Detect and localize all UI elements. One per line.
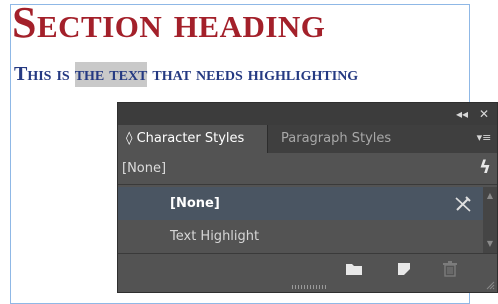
style-item-text-highlight[interactable]: Text Highlight xyxy=(118,220,483,253)
styles-list: [None] Text Highlight xyxy=(118,187,483,253)
quick-apply-icon[interactable]: ϟ xyxy=(479,157,491,178)
folder-icon[interactable] xyxy=(344,260,364,278)
character-styles-panel: ◂◂ ✕ ◊ Character Styles Paragraph Styles… xyxy=(117,102,498,293)
highlighted-text[interactable]: the text xyxy=(74,62,148,87)
no-edit-icon xyxy=(455,196,471,212)
style-item-none[interactable]: [None] xyxy=(118,187,483,220)
new-style-icon[interactable] xyxy=(394,260,414,278)
scroll-down-icon[interactable]: ▼ xyxy=(483,237,497,251)
trash-icon[interactable] xyxy=(440,260,460,278)
style-item-label: Text Highlight xyxy=(170,229,260,244)
panel-menu-icon[interactable]: ▾≡ xyxy=(475,129,493,147)
close-icon[interactable]: ✕ xyxy=(476,105,492,123)
panel-titlebar[interactable]: ◂◂ ✕ xyxy=(118,103,497,125)
body-text-before: This is xyxy=(14,63,75,85)
panel-tabs: ◊ Character Styles Paragraph Styles ▾≡ xyxy=(118,125,497,153)
body-text-after: that needs highlighting xyxy=(147,63,359,85)
resize-corner-icon[interactable] xyxy=(485,280,495,290)
panel-bottom-bar xyxy=(118,253,497,284)
current-style-value: [None] xyxy=(122,161,167,176)
section-heading: Section heading xyxy=(12,0,326,47)
body-text-line: This is the text that needs highlighting xyxy=(14,62,359,87)
panel-resize-grip[interactable] xyxy=(292,285,326,289)
double-chevron-left-icon[interactable]: ◂◂ xyxy=(454,105,470,123)
styles-scrollbar[interactable]: ▲ ▼ xyxy=(483,187,497,253)
tab-character-styles[interactable]: ◊ Character Styles xyxy=(118,125,268,153)
tab-character-styles-label: Character Styles xyxy=(136,131,245,146)
tab-paragraph-styles[interactable]: Paragraph Styles xyxy=(269,125,419,153)
tab-toggle-icon: ◊ xyxy=(126,131,133,146)
tab-paragraph-styles-label: Paragraph Styles xyxy=(281,131,392,146)
style-item-label: [None] xyxy=(170,196,220,211)
current-style-row: [None] ϟ xyxy=(118,153,497,185)
scroll-up-icon[interactable]: ▲ xyxy=(483,189,497,203)
